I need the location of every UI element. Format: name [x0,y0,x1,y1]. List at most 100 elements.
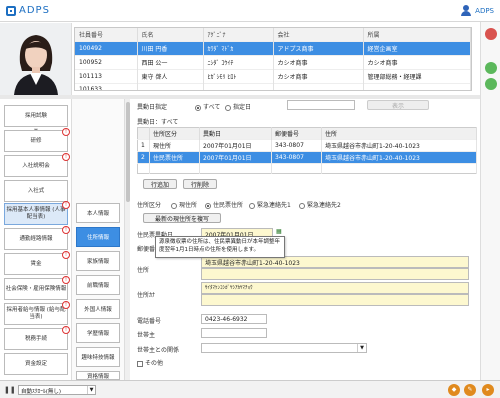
nav-item[interactable]: 研修! [4,128,70,152]
subnav-item[interactable]: 資格情報 [76,371,120,380]
alert-badge: ! [62,251,70,259]
table-row[interactable]: 100952 西田 公一 ﾆｼﾀﾞ ｺｳｲﾁ カシオ商事 カシオ商事 [75,55,471,70]
nav-item[interactable]: 採用者給与情報 (給与配当表)! [4,301,70,325]
nav-label: 社会保険・雇用保険情報 [5,285,67,292]
employee-photo [0,23,72,95]
copy-address-button[interactable]: 最新の現住所を複写 [143,213,221,223]
head-field[interactable] [201,328,267,338]
radio-kind[interactable]: 緊急連絡先2 [299,200,341,209]
calendar-icon[interactable]: ▦ [276,228,282,235]
radio-label: 住民票住所 [213,202,244,209]
cell-kana: ﾆｼﾀﾞ ｺｳｲﾁ [203,55,274,70]
nav-label: 通勤経路情報 [19,235,53,242]
radio-kind[interactable]: 住民票住所 [205,200,243,209]
nav-label: 採用者給与情報 (給与配当表) [6,307,66,320]
cell-id: 100492 [75,41,138,56]
nav-item[interactable]: 採用基本人事情報 (人事配当表)! [4,201,70,225]
subnav-item[interactable]: 家族情報 [76,251,120,271]
checkbox-icon [137,360,143,367]
nav-item[interactable]: 資金設定 [4,353,68,375]
alert-badge: ! [62,226,70,234]
column-header[interactable]: 異動日 [199,127,272,140]
cell-zip: 343-0807 [271,139,322,152]
table-row[interactable]: 2 住民票住所 2007年01月01日 343-0807 埼玉県越谷市赤山町1-… [137,151,477,164]
pause-icon[interactable]: ❚❚ [4,385,16,395]
table-header-row: 社員番号 氏名 ｱｸﾞﾆﾞﾅ 会社 所属 [75,28,471,42]
column-header[interactable]: 社員番号 [75,28,138,42]
radio-kind[interactable]: 現住所 [171,200,197,209]
column-header[interactable]: 所属 [363,28,471,42]
cell-name [137,83,204,90]
nav-item[interactable]: 税務手続! [4,326,70,350]
radio-label: 指定日 [233,104,252,111]
nav-label: 入社式 [27,187,45,194]
nav-item[interactable]: 入社式 [4,180,68,202]
subnav-item[interactable]: 外国人情報 [76,299,120,319]
subnav-item[interactable]: 趣味特技情報 [76,347,120,367]
table-row[interactable]: 1 現住所 2007年01月01日 343-0807 埼玉県越谷市赤山町1-20… [137,139,477,152]
cell-zip: 343-0807 [271,151,322,164]
cell-dept [363,83,471,90]
radio-label: すべて [203,104,221,111]
user-menu[interactable]: ADPS [460,5,494,17]
edit-user-icon[interactable] [485,78,497,90]
radio-all[interactable]: すべて [195,102,220,111]
relation-label: 世帯主との関係 [137,347,179,354]
display-button[interactable]: 表示 [367,100,429,110]
alert-badge: ! [62,128,70,136]
column-header[interactable]: 住所区分 [149,127,200,140]
date-filter-input[interactable] [287,100,355,110]
column-header[interactable]: 郵便番号 [271,127,322,140]
nav-item[interactable]: 社会保険・雇用保険情報! [4,276,70,300]
addr-kana-label: 住所ｶﾅ [137,292,156,299]
column-header[interactable]: 氏名 [137,28,204,42]
relation-select[interactable]: ▼ [201,343,367,353]
radio-icon [171,202,177,209]
subnav-item[interactable]: 本人情報 [76,203,120,223]
alert-badge: ! [62,201,70,209]
radio-icon [225,104,231,111]
table-row[interactable]: 101113 東守 啓人 ﾋｶﾞｼﾓﾘ ﾋﾛﾄ カシオ商事 管理部総務・経理課 [75,69,471,84]
column-header[interactable]: 住所 [321,127,477,140]
radio-kind[interactable]: 緊急連絡先1 [249,200,291,209]
address-kana-field-2[interactable] [201,294,469,306]
nav-item[interactable]: 賃金! [4,251,70,275]
nav-label: 賃金 [30,260,42,267]
tel-label: 電話番号 [137,318,162,325]
table-row[interactable] [137,163,477,174]
next-icon[interactable]: ▸ [482,384,494,396]
vertical-scrollbar[interactable] [124,99,130,380]
radio-icon [205,202,211,209]
edit-icon[interactable]: ✎ [464,384,476,396]
nav-label: 研修 [30,137,42,144]
cell-name: 川田 円香 [137,41,204,56]
alert-badge: ! [62,326,70,334]
column-header[interactable]: ｱｸﾞﾆﾞﾅ [203,28,274,42]
subnav-item[interactable]: 学歴情報 [76,323,120,343]
add-user-icon[interactable] [485,62,497,74]
addr-label: 住所 [137,267,150,274]
close-icon[interactable] [485,28,497,40]
radio-icon [299,202,305,209]
radio-date[interactable]: 指定日 [225,102,251,111]
delete-row-button[interactable]: 行削除 [183,179,217,189]
add-row-button[interactable]: 行追加 [143,179,177,189]
subnav-item[interactable]: 前職情報 [76,275,120,295]
other-checkbox[interactable]: その他 [137,358,163,367]
column-header[interactable]: 会社 [273,28,364,42]
nav-item[interactable]: 採用試験 [4,105,68,127]
auto-scroll-select[interactable]: 自動ｽｸﾛｰﾙ(無し) ▼ [18,385,96,395]
nav-item[interactable]: 入社説明会! [4,153,70,177]
table-row[interactable]: 101633 [75,83,471,90]
save-icon[interactable]: ◆ [448,384,460,396]
nav-item[interactable]: 通勤経路情報! [4,226,70,250]
radio-icon [249,202,255,209]
address-kana-field[interactable]: ｻｲﾀﾏｹﾝｺｼｶﾞﾔｼｱｶﾔﾏﾁｮｳ [201,282,469,294]
table-row[interactable]: 100492 川田 円香 ｶﾜﾀﾞ ﾏﾄﾞｶ アドプス商事 経営企画室 [75,41,471,56]
address-field-2[interactable] [201,268,469,280]
subnav-item[interactable]: 住所情報 [76,227,120,247]
scroll-thumb[interactable] [126,102,130,202]
right-toolbar [480,22,500,380]
employee-table: 社員番号 氏名 ｱｸﾞﾆﾞﾅ 会社 所属 100492 川田 円香 ｶﾜﾀﾞ ﾏ… [74,27,472,91]
tel-field[interactable]: 0423-46-6932 [201,314,267,324]
